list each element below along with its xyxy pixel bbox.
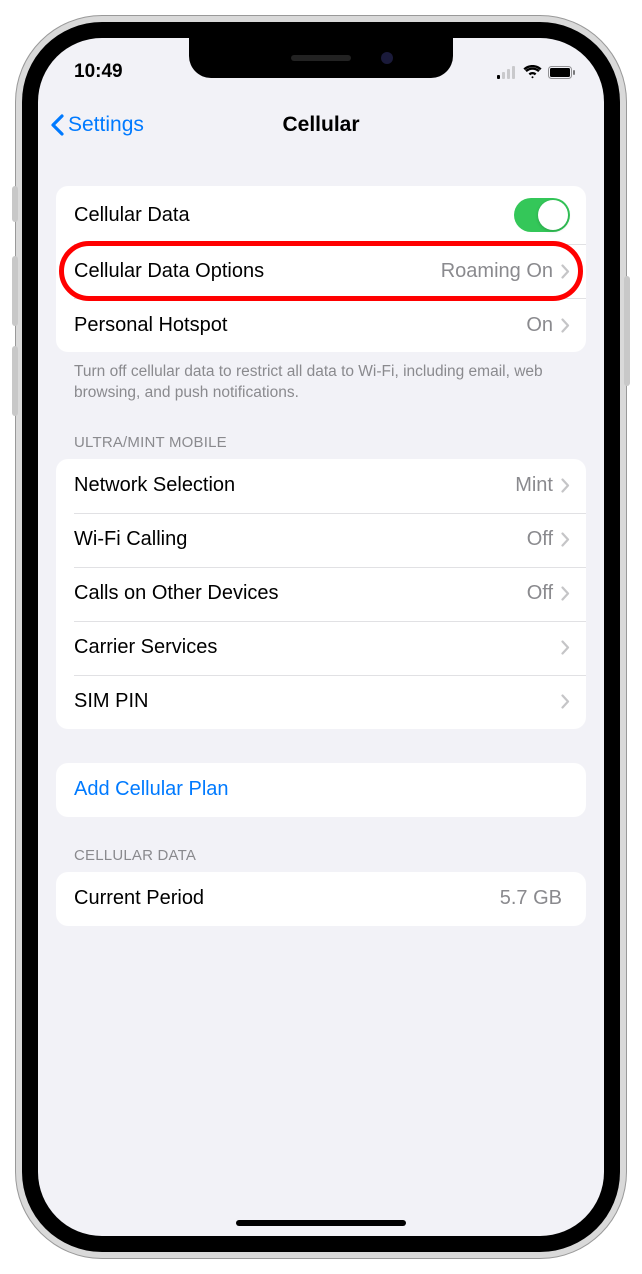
chevron-right-icon [561,478,570,493]
group-cellular: Cellular Data Cellular Data Options Roam… [56,186,586,352]
row-current-period[interactable]: Current Period 5.7 GB [56,872,586,926]
sim-pin-label: SIM PIN [74,690,561,713]
chevron-left-icon [50,114,64,136]
group-carrier: Network Selection Mint Wi-Fi Calling Off… [56,459,586,729]
row-wifi-calling[interactable]: Wi-Fi Calling Off [56,513,586,567]
group-add-plan: Add Cellular Plan [56,763,586,817]
row-carrier-services[interactable]: Carrier Services [56,621,586,675]
carrier-header: ULTRA/MINT MOBILE [56,404,586,459]
carrier-services-label: Carrier Services [74,636,561,659]
cellular-signal-icon [497,66,517,79]
network-selection-value: Mint [515,474,553,497]
row-calls-other-devices[interactable]: Calls on Other Devices Off [56,567,586,621]
row-cellular-data[interactable]: Cellular Data [56,186,586,244]
cellular-footer: Turn off cellular data to restrict all d… [56,352,586,404]
group-usage: Current Period 5.7 GB [56,872,586,926]
network-selection-label: Network Selection [74,474,515,497]
cellular-data-label: Cellular Data [74,204,514,227]
status-time: 10:49 [74,61,123,83]
page-title: Cellular [282,113,359,137]
cellular-data-options-value: Roaming On [441,260,553,283]
row-personal-hotspot[interactable]: Personal Hotspot On [56,298,586,352]
chevron-right-icon [561,532,570,547]
row-network-selection[interactable]: Network Selection Mint [56,459,586,513]
home-indicator[interactable] [236,1220,406,1226]
cellular-data-options-label: Cellular Data Options [74,260,441,283]
chevron-right-icon [561,694,570,709]
back-button[interactable]: Settings [50,113,144,137]
wifi-calling-value: Off [527,528,553,551]
wifi-calling-label: Wi-Fi Calling [74,528,527,551]
chevron-right-icon [561,264,570,279]
nav-bar: Settings Cellular [38,94,604,156]
battery-icon [548,66,576,79]
calls-other-devices-label: Calls on Other Devices [74,582,527,605]
status-icons [497,65,576,79]
add-cellular-plan-label: Add Cellular Plan [74,778,570,801]
row-sim-pin[interactable]: SIM PIN [56,675,586,729]
current-period-label: Current Period [74,887,500,910]
current-period-value: 5.7 GB [500,887,562,910]
cellular-data-toggle[interactable] [514,198,570,232]
wifi-icon [523,65,542,79]
chevron-right-icon [561,318,570,333]
chevron-right-icon [561,640,570,655]
calls-other-devices-value: Off [527,582,553,605]
usage-header: CELLULAR DATA [56,817,586,872]
personal-hotspot-value: On [526,314,553,337]
chevron-right-icon [561,586,570,601]
personal-hotspot-label: Personal Hotspot [74,314,526,337]
back-label: Settings [68,113,144,137]
row-cellular-data-options[interactable]: Cellular Data Options Roaming On [56,244,586,298]
row-add-cellular-plan[interactable]: Add Cellular Plan [56,763,586,817]
